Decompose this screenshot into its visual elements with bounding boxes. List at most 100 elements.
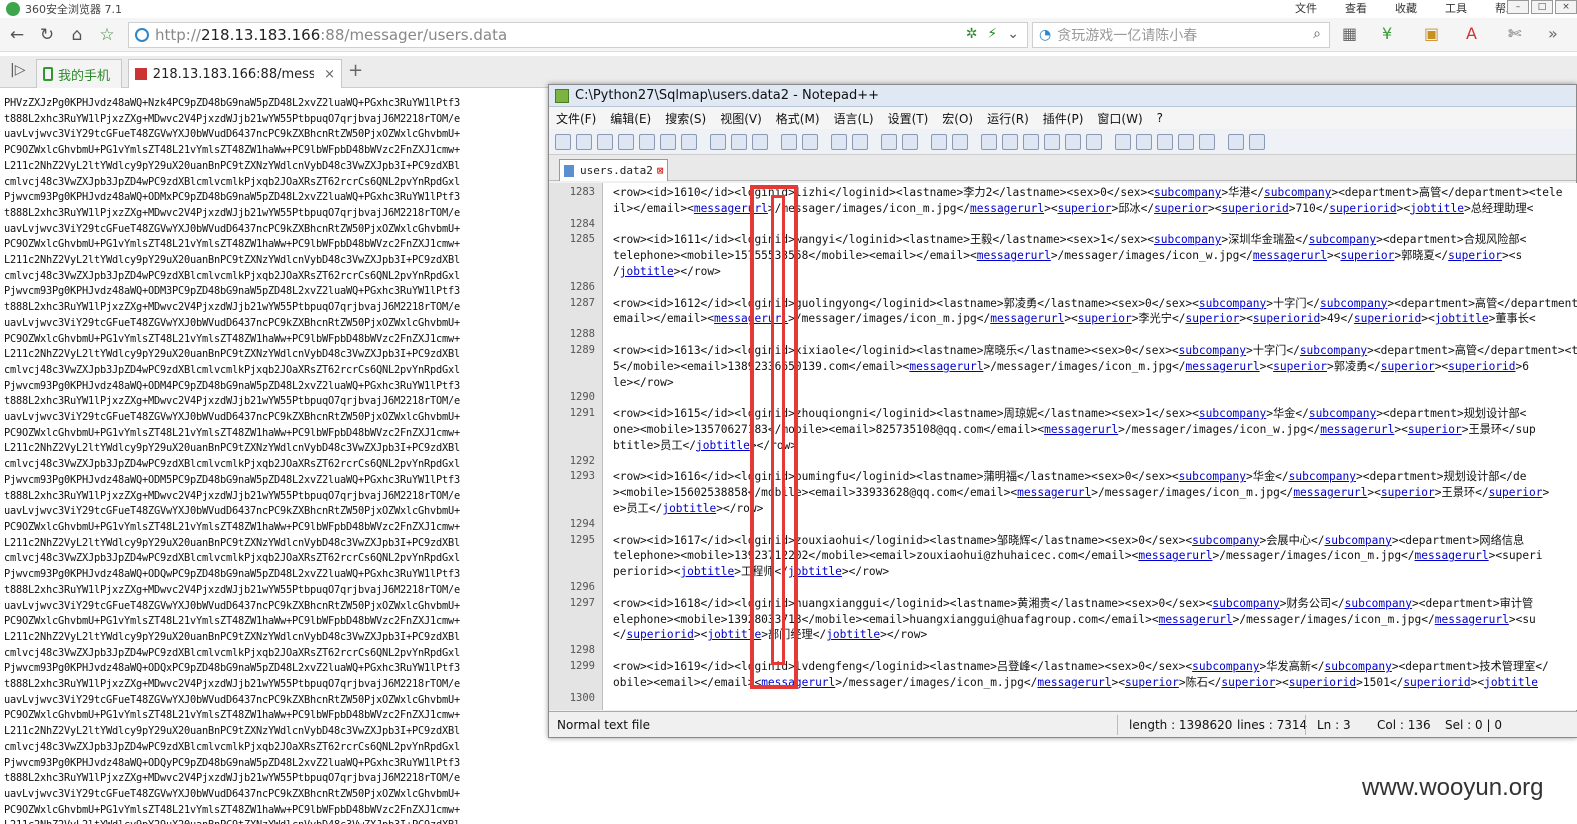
- phone-icon: [43, 67, 53, 81]
- new-tab-icon[interactable]: +: [348, 60, 363, 81]
- sync-v-icon[interactable]: [931, 133, 947, 150]
- notepad-tabbar: users.data2 ⊠: [549, 155, 1576, 181]
- close-all-icon[interactable]: [660, 133, 676, 150]
- save-all-icon[interactable]: [618, 133, 634, 150]
- npp-menu-view[interactable]: 视图(V): [713, 110, 769, 127]
- close-icon[interactable]: ×: [1555, 0, 1577, 14]
- menu-tools[interactable]: 工具: [1445, 0, 1467, 16]
- editor-area[interactable]: 1283 <row><id>1610</id><loginid>lizhi</lo…: [549, 183, 1577, 710]
- npp-menu-window[interactable]: 窗口(W): [1090, 110, 1149, 127]
- menu-file[interactable]: 文件: [1295, 0, 1317, 16]
- doc-map-icon[interactable]: [1044, 133, 1060, 150]
- open-file-icon[interactable]: [576, 133, 592, 150]
- home-icon[interactable]: ⌂: [64, 22, 90, 48]
- save-icon[interactable]: [597, 133, 613, 150]
- npp-menu-run[interactable]: 运行(R): [980, 110, 1036, 127]
- menu-view[interactable]: 查看: [1345, 0, 1367, 16]
- play-macro-icon[interactable]: [1157, 133, 1173, 150]
- find-icon[interactable]: [831, 133, 847, 150]
- close-file-icon[interactable]: [639, 133, 655, 150]
- refresh-icon[interactable]: ↻: [34, 22, 60, 48]
- money-icon[interactable]: ¥: [1382, 24, 1392, 43]
- npp-menu-language[interactable]: 语言(L): [827, 110, 881, 127]
- function-list-icon[interactable]: [1065, 133, 1081, 150]
- line-number: 1286: [569, 280, 595, 293]
- line-text: ><mobile>15602538858</mobile><email>3393…: [613, 486, 1550, 500]
- minimize-icon[interactable]: –: [1507, 0, 1529, 14]
- compat-icon[interactable]: ✲: [966, 26, 978, 42]
- save-macro-icon[interactable]: [1199, 133, 1215, 150]
- game-icon[interactable]: ▣: [1424, 24, 1439, 43]
- plugin-icon[interactable]: [1249, 133, 1265, 150]
- watermark: www.wooyun.org: [1362, 774, 1544, 801]
- npp-menu-format[interactable]: 格式(M): [769, 110, 827, 127]
- code-line: elephone><mobile>13928033713</mobile><em…: [549, 612, 1577, 628]
- search-engine-icon: ◔: [1039, 27, 1052, 43]
- code-line: 1300: [549, 691, 1577, 707]
- sidebar-toggle-icon[interactable]: |▷: [10, 62, 25, 78]
- indent-guide-icon[interactable]: [1023, 133, 1039, 150]
- folder-icon[interactable]: [1086, 133, 1102, 150]
- play-multi-icon[interactable]: [1178, 133, 1194, 150]
- npp-menu-edit[interactable]: 编辑(E): [603, 110, 658, 127]
- line-text: <row><id>1618</id><loginid>huangxianggui…: [613, 596, 1534, 610]
- notepad-tab[interactable]: users.data2 ⊠: [559, 159, 669, 181]
- line-text: telephone><mobile>15755533558</mobile><e…: [613, 249, 1523, 263]
- close-tab-icon[interactable]: ⊠: [657, 164, 664, 177]
- code-line: 1299 <row><id>1619</id><loginid>lvdengfen…: [549, 659, 1577, 675]
- zoom-in-icon[interactable]: [881, 133, 897, 150]
- zoom-out-icon[interactable]: [902, 133, 918, 150]
- tab-users-data[interactable]: 218.13.183.166:88/messager ×: [128, 59, 342, 88]
- copy-icon[interactable]: [731, 133, 747, 150]
- all-chars-icon[interactable]: [1002, 133, 1018, 150]
- search-field[interactable]: ◔ 贪玩游戏一亿请陈小春 ⌕: [1032, 22, 1330, 48]
- chevron-down-icon[interactable]: ⌄: [1007, 26, 1019, 42]
- screenshot-icon[interactable]: ✄: [1508, 24, 1521, 43]
- undo-icon[interactable]: [781, 133, 797, 150]
- line-number: 1289: [569, 343, 595, 356]
- record-macro-icon[interactable]: [1115, 133, 1131, 150]
- search-icon[interactable]: ⌕: [1313, 26, 1321, 42]
- line-number: 1295: [569, 533, 595, 546]
- url-host: 218.13.183.166: [200, 26, 321, 44]
- redo-icon[interactable]: [802, 133, 818, 150]
- new-file-icon[interactable]: [555, 133, 571, 150]
- npp-menu-help[interactable]: ?: [1150, 111, 1170, 125]
- tab-my-phone[interactable]: 我的手机: [36, 59, 122, 88]
- search-placeholder: 贪玩游戏一亿请陈小春: [1057, 28, 1198, 44]
- close-tab-icon[interactable]: ×: [324, 67, 335, 82]
- print-icon[interactable]: [681, 133, 697, 150]
- tab-label: 218.13.183.166:88/messager: [152, 66, 315, 82]
- code-lines: 1283 <row><id>1610</id><loginid>lizhi</lo…: [549, 185, 1577, 706]
- code-line: 1284: [549, 217, 1577, 233]
- notepad-menu: 文件(F) 编辑(E) 搜索(S) 视图(V) 格式(M) 语言(L) 设置(T…: [549, 107, 1576, 129]
- replace-icon[interactable]: [852, 133, 868, 150]
- back-arrow-icon[interactable]: ←: [4, 22, 30, 48]
- menu-favorites[interactable]: 收藏: [1395, 0, 1417, 16]
- npp-menu-settings[interactable]: 设置(T): [881, 110, 936, 127]
- cut-icon[interactable]: [710, 133, 726, 150]
- apps-icon[interactable]: ▦: [1342, 24, 1357, 43]
- sync-h-icon[interactable]: [952, 133, 968, 150]
- maximize-icon[interactable]: □: [1531, 0, 1553, 14]
- wrap-icon[interactable]: [981, 133, 997, 150]
- stop-macro-icon[interactable]: [1136, 133, 1152, 150]
- code-line: 1288: [549, 327, 1577, 343]
- browser-titlebar: 360安全浏览器 7.1 文件 查看 收藏 工具 帮助 – □ ×: [0, 0, 1577, 18]
- paste-icon[interactable]: [752, 133, 768, 150]
- notepad-window: C:\Python27\Sqlmap\users.data2 - Notepad…: [548, 84, 1577, 738]
- globe-icon: [135, 28, 149, 42]
- npp-menu-plugins[interactable]: 插件(P): [1036, 110, 1091, 127]
- lightning-icon[interactable]: ⚡: [987, 26, 997, 42]
- npp-menu-file[interactable]: 文件(F): [549, 110, 603, 127]
- star-icon[interactable]: ☆: [94, 22, 120, 48]
- npp-menu-search[interactable]: 搜索(S): [658, 110, 713, 127]
- more-icon[interactable]: »: [1548, 24, 1558, 43]
- code-line: 1289 <row><id>1613</id><loginid>xixiaole<…: [549, 343, 1577, 359]
- npp-menu-macro[interactable]: 宏(O): [935, 110, 980, 127]
- spellcheck-icon[interactable]: [1228, 133, 1244, 150]
- line-number: 1296: [569, 580, 595, 593]
- line-text: <row><id>1615</id><loginid>zhouqiongni</…: [613, 407, 1527, 421]
- url-field[interactable]: http://218.13.183.166:88/messager/users.…: [128, 22, 1028, 48]
- translate-icon[interactable]: A: [1466, 24, 1477, 43]
